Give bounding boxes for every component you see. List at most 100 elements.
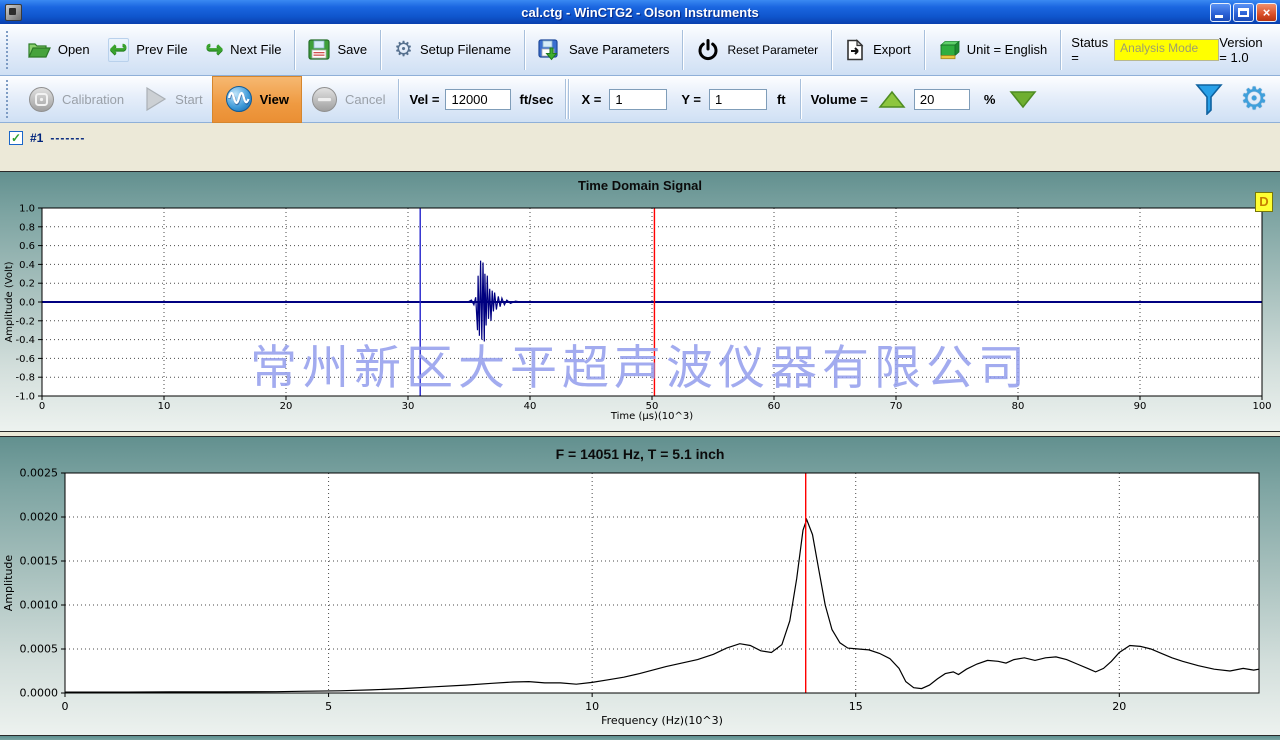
y-input[interactable] [709, 89, 767, 110]
vel-label: Vel = [403, 92, 445, 107]
maximize-button[interactable] [1233, 3, 1254, 22]
svg-text:0.8: 0.8 [19, 222, 35, 233]
control-toolbar: Calibration Start View Cancel Vel = ft/s… [0, 76, 1280, 123]
export-button[interactable]: Export [836, 35, 920, 65]
svg-text:Frequency (Hz)(10^3): Frequency (Hz)(10^3) [601, 714, 723, 727]
toolbar-separator [800, 79, 801, 119]
time-domain-chart[interactable]: 1.00.80.60.40.20.0-0.2-0.4-0.6-0.8-1.001… [0, 172, 1280, 431]
toolbar-separator [924, 30, 925, 70]
time-domain-panel: Time Domain Signal D 1.0 0.8 0.6 0.4 0.2 0.0 -… [0, 171, 1280, 432]
toolbar-grip[interactable] [6, 31, 10, 69]
svg-text:60: 60 [768, 401, 781, 412]
y-label: Y = [667, 92, 709, 107]
svg-text:0.6: 0.6 [19, 241, 35, 252]
svg-text:20: 20 [1112, 700, 1126, 713]
export-label: Export [873, 43, 911, 56]
channel-row: ✓ #1 ------- [9, 131, 85, 145]
volume-up-button[interactable] [878, 90, 906, 109]
svg-text:0.0025: 0.0025 [20, 467, 59, 480]
svg-text:1.0: 1.0 [19, 204, 35, 215]
open-label: Open [58, 43, 90, 56]
svg-text:70: 70 [890, 401, 903, 412]
minimize-button[interactable] [1210, 3, 1231, 22]
filter-funnel-icon[interactable] [1194, 83, 1224, 115]
frequency-spectrum-chart[interactable]: 0.00250.00200.00150.00100.00050.00000510… [0, 437, 1280, 735]
toolbar-separator [568, 79, 569, 119]
status-label: Status = [1065, 35, 1114, 65]
next-file-icon: ↪ [206, 40, 224, 60]
svg-text:-0.2: -0.2 [15, 316, 35, 327]
xy-unit: ft [767, 92, 796, 107]
window-controls: × [1210, 3, 1277, 22]
svg-text:0.0: 0.0 [19, 298, 35, 309]
view-wave-icon [225, 85, 253, 113]
prev-file-highlight: ↩ [108, 38, 130, 62]
x-input[interactable] [609, 89, 667, 110]
unit-label: Unit = English [967, 43, 1048, 56]
main-toolbar: Open ↩ Prev File ↪ Next File Save ⚙ Setu… [0, 24, 1280, 76]
bottom-panel-edge [0, 736, 1280, 740]
setup-filename-button[interactable]: ⚙ Setup Filename [385, 36, 520, 64]
export-icon [845, 39, 866, 61]
save-button[interactable]: Save [299, 35, 376, 64]
svg-text:0.0005: 0.0005 [20, 643, 59, 656]
svg-text:0.4: 0.4 [19, 260, 35, 271]
toolbar-separator [380, 30, 381, 70]
settings-gear-icon[interactable]: ⚙ [1240, 84, 1268, 114]
app-icon [5, 4, 22, 21]
svg-text:0.2: 0.2 [19, 279, 35, 290]
toolbar-separator [1060, 30, 1061, 70]
cancel-icon [311, 86, 338, 113]
svg-text:0.0010: 0.0010 [20, 599, 59, 612]
volume-unit: % [978, 92, 1002, 107]
open-folder-icon [27, 40, 51, 60]
open-button[interactable]: Open [18, 36, 99, 64]
time-domain-title: Time Domain Signal [0, 178, 1280, 193]
close-button[interactable]: × [1256, 3, 1277, 22]
svg-text:10: 10 [585, 700, 599, 713]
setup-filename-label: Setup Filename [420, 43, 511, 56]
channel-checkbox[interactable]: ✓ [9, 131, 23, 145]
unit-button[interactable]: Unit = English [929, 36, 1057, 64]
svg-text:0: 0 [39, 401, 45, 412]
cancel-button[interactable]: Cancel [302, 82, 394, 117]
svg-text:30: 30 [402, 401, 415, 412]
svg-text:100: 100 [1252, 401, 1271, 412]
calibration-button[interactable]: Calibration [19, 82, 133, 117]
start-button[interactable]: Start [133, 82, 211, 116]
svg-text:40: 40 [524, 401, 537, 412]
toolbar-separator [682, 30, 683, 70]
prev-file-button[interactable]: ↩ Prev File [99, 34, 197, 66]
start-play-icon [142, 86, 168, 112]
vel-unit: ft/sec [511, 92, 561, 107]
volume-input[interactable] [914, 89, 970, 110]
svg-text:0.0015: 0.0015 [20, 555, 59, 568]
svg-text:90: 90 [1134, 401, 1147, 412]
toolbar-separator [831, 30, 832, 70]
svg-text:-0.8: -0.8 [15, 373, 35, 384]
save-parameters-button[interactable]: Save Parameters [529, 35, 678, 65]
toolbar-grip[interactable] [6, 80, 11, 118]
view-label: View [260, 93, 289, 106]
reset-parameter-button[interactable]: Reset Parameter [687, 34, 827, 66]
toolbar-separator [565, 79, 566, 119]
svg-text:Amplitude: Amplitude [2, 555, 15, 612]
toolbar-separator [524, 30, 525, 70]
frequency-spectrum-panel: F = 14051 Hz, T = 5.1 inch 0.00250.00200… [0, 436, 1280, 736]
calibration-icon [28, 86, 55, 113]
next-file-label: Next File [230, 43, 281, 56]
next-file-button[interactable]: ↪ Next File [197, 36, 291, 64]
volume-down-button[interactable] [1009, 90, 1037, 109]
status-value: Analysis Mode [1114, 39, 1219, 61]
prev-file-icon: ↩ [110, 40, 128, 60]
view-button[interactable]: View [212, 76, 302, 123]
save-floppy-icon [308, 39, 330, 60]
vel-input[interactable] [445, 89, 511, 110]
unit-book-icon [938, 40, 960, 60]
reset-parameter-label: Reset Parameter [727, 44, 818, 56]
start-label: Start [175, 93, 202, 106]
svg-text:20: 20 [280, 401, 293, 412]
marker-d-button[interactable]: D [1255, 192, 1273, 212]
cancel-label: Cancel [345, 93, 385, 106]
svg-text:Time (µs)(10^3): Time (µs)(10^3) [610, 411, 693, 422]
